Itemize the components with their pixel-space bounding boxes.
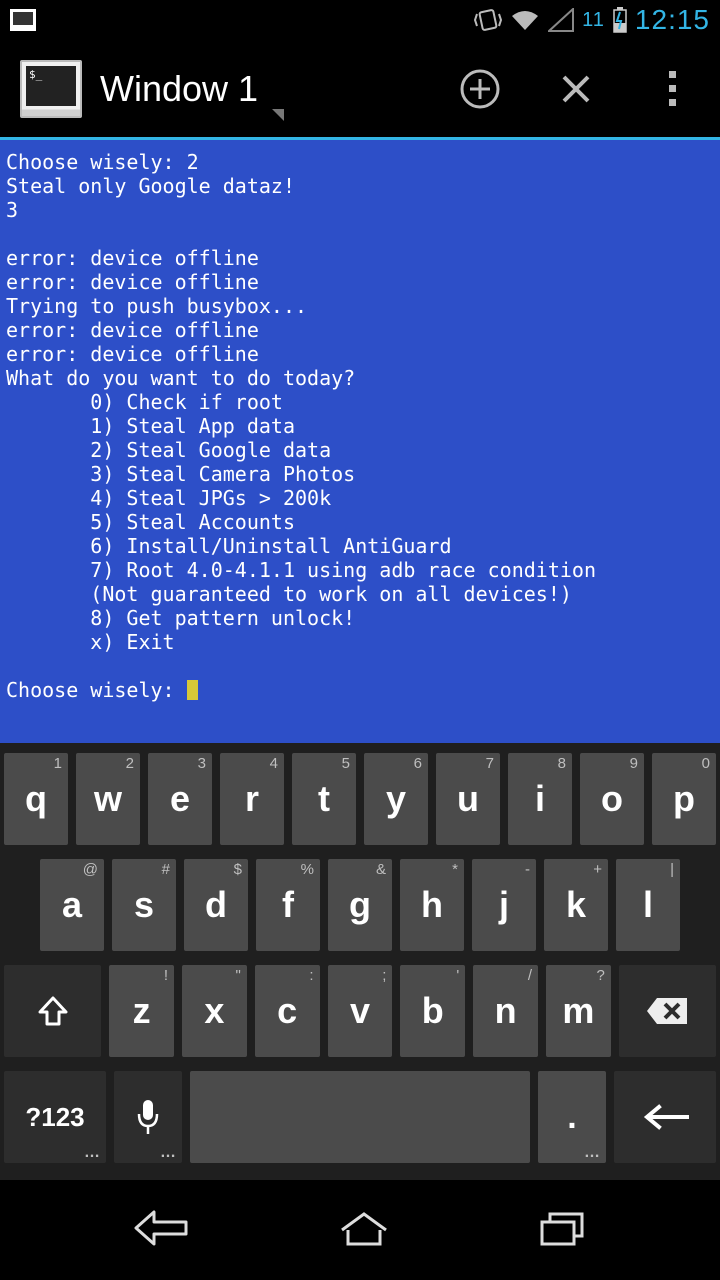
key-u-alt: 7 [486,755,494,772]
key-p[interactable]: p0 [652,753,716,845]
enter-key[interactable] [614,1071,716,1163]
keyboard-row-1: q1w2e3r4t5y6u7i8o9p0 [4,753,716,845]
key-f-alt: % [301,861,314,878]
key-w[interactable]: w2 [76,753,140,845]
key-u[interactable]: u7 [436,753,500,845]
terminal-prompt: Choose wisely: [6,678,187,702]
app-header: $_ Window 1 [0,40,720,140]
key-y[interactable]: y6 [364,753,428,845]
nav-back-button[interactable] [132,1208,192,1253]
key-i-alt: 8 [558,755,566,772]
key-g-alt: & [376,861,386,878]
key-e[interactable]: e3 [148,753,212,845]
keyboard-row-2: a@s#d$f%g&h*j-k+l| [4,859,716,951]
key-k-alt: + [593,861,602,878]
space-key[interactable] [190,1071,530,1163]
key-n-alt: / [528,967,532,984]
key-d[interactable]: d$ [184,859,248,951]
keyboard-row-3: z!x"c:v;b'n/m? [4,965,716,1057]
cell-signal-icon [548,8,574,32]
key-w-alt: 2 [126,755,134,772]
key-k[interactable]: k+ [544,859,608,951]
keyboard-row-4: ?123 … … . … [4,1071,716,1163]
key-b-alt: ' [456,967,459,984]
key-x[interactable]: x" [182,965,247,1057]
battery-charging-icon [613,7,627,33]
symbols-key[interactable]: ?123 … [4,1071,106,1163]
window-title[interactable]: Window 1 [100,68,258,110]
key-y-alt: 6 [414,755,422,772]
terminal-lines: Choose wisely: 2 Steal only Google dataz… [6,150,596,654]
key-b[interactable]: b' [400,965,465,1057]
key-m-alt: ? [596,967,604,984]
key-t[interactable]: t5 [292,753,356,845]
wifi-icon [510,8,540,32]
terminal-output[interactable]: Choose wisely: 2 Steal only Google dataz… [0,140,720,743]
key-s-alt: # [162,861,170,878]
nav-recent-button[interactable] [536,1208,588,1253]
key-t-alt: 5 [342,755,350,772]
key-h[interactable]: h* [400,859,464,951]
status-time: 12:15 [635,4,710,36]
key-r-alt: 4 [270,755,278,772]
status-bar: 11 12:15 [0,0,720,40]
window-dropdown-icon[interactable] [272,109,284,121]
key-q-alt: 1 [54,755,62,772]
key-a-alt: @ [83,861,98,878]
key-q[interactable]: q1 [4,753,68,845]
system-nav-bar [0,1180,720,1280]
terminal-notif-icon [10,9,36,31]
key-g[interactable]: g& [328,859,392,951]
signal-bars-text: 11 [582,9,605,32]
key-n[interactable]: n/ [473,965,538,1057]
key-o-alt: 9 [630,755,638,772]
close-button[interactable] [552,65,600,113]
key-m[interactable]: m? [546,965,611,1057]
key-p-alt: 0 [702,755,710,772]
overflow-menu-button[interactable] [648,65,696,113]
key-d-alt: $ [234,861,242,878]
key-c[interactable]: c: [255,965,320,1057]
key-f[interactable]: f% [256,859,320,951]
key-j-alt: - [525,861,530,878]
key-i[interactable]: i8 [508,753,572,845]
period-key-label: . [567,1098,576,1137]
symbols-key-label: ?123 [25,1102,84,1133]
key-z[interactable]: z! [109,965,174,1057]
key-h-alt: * [452,861,458,878]
key-c-alt: : [309,967,313,984]
nav-home-button[interactable] [336,1208,392,1253]
key-s[interactable]: s# [112,859,176,951]
app-icon[interactable]: $_ [20,60,82,118]
key-l[interactable]: l| [616,859,680,951]
key-x-alt: " [235,967,240,984]
terminal-cursor [187,680,198,700]
backspace-key[interactable] [619,965,716,1057]
key-j[interactable]: j- [472,859,536,951]
key-r[interactable]: r4 [220,753,284,845]
key-z-alt: ! [164,967,168,984]
period-key[interactable]: . … [538,1071,606,1163]
add-window-button[interactable] [456,65,504,113]
mic-key[interactable]: … [114,1071,182,1163]
key-a[interactable]: a@ [40,859,104,951]
key-v[interactable]: v; [328,965,393,1057]
key-e-alt: 3 [198,755,206,772]
soft-keyboard: q1w2e3r4t5y6u7i8o9p0 a@s#d$f%g&h*j-k+l| … [0,743,720,1180]
vibrate-icon [474,7,502,33]
key-l-alt: | [670,861,674,878]
shift-key[interactable] [4,965,101,1057]
key-o[interactable]: o9 [580,753,644,845]
key-v-alt: ; [382,967,386,984]
